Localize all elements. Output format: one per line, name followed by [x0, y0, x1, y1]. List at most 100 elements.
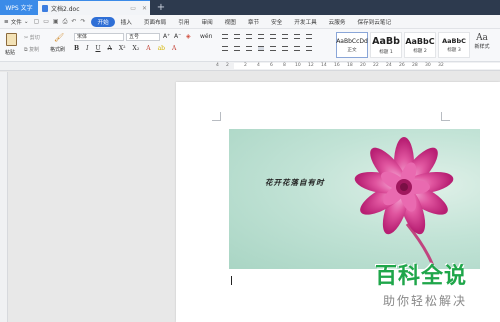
- clear-format-icon[interactable]: ◈: [186, 33, 191, 40]
- distribute-icon[interactable]: [270, 46, 276, 51]
- strikethrough-button[interactable]: A: [108, 45, 112, 52]
- style-heading-3[interactable]: AaBbC 标题 3: [438, 32, 470, 58]
- new-style-label: 新样式: [474, 44, 490, 50]
- cut-button[interactable]: ✂ 剪切: [24, 34, 40, 41]
- shading-icon[interactable]: [294, 46, 300, 51]
- paste-button-label[interactable]: 粘贴: [5, 49, 15, 56]
- menu-tab-cloud[interactable]: 云服务: [323, 17, 352, 27]
- border-icon[interactable]: [306, 46, 312, 51]
- paragraph-align-row: [222, 46, 312, 51]
- undo-icon[interactable]: ↶: [71, 18, 76, 26]
- print-icon[interactable]: ⎙: [63, 18, 68, 26]
- ruler-number: 8: [283, 63, 286, 68]
- file-menu-label: 文件: [10, 19, 22, 26]
- align-center-icon[interactable]: [234, 46, 240, 51]
- ruler-number: 14: [321, 63, 327, 68]
- menu-tab-view[interactable]: 视图: [219, 17, 242, 27]
- line-spacing-icon[interactable]: [282, 46, 288, 51]
- style-heading-1[interactable]: AaBb 标题 1: [370, 32, 402, 58]
- menu-tab-sections[interactable]: 章节: [242, 17, 265, 27]
- bullet-list-icon[interactable]: [222, 34, 228, 39]
- ruler-number: 18: [347, 63, 353, 68]
- menu-tab-home[interactable]: 开始: [91, 16, 115, 27]
- pinyin-guide-icon[interactable]: wén: [200, 33, 212, 40]
- tab-pin-icon[interactable]: ▭: [130, 5, 136, 12]
- margin-corner-mark: [441, 112, 450, 121]
- style-normal[interactable]: AaBbCcDd 正文: [336, 32, 368, 58]
- ruler-number: 12: [308, 63, 314, 68]
- inserted-flower-image[interactable]: 花开花落自有时: [229, 129, 480, 269]
- chevron-down-icon: ⌄: [23, 18, 29, 25]
- grow-font-icon[interactable]: A⁺: [163, 33, 170, 40]
- ruler-number: 30: [425, 63, 431, 68]
- table-icon[interactable]: [306, 34, 312, 39]
- title-bar: WPS 文字 文档2.doc ▭ ✕ +: [0, 0, 500, 15]
- vertical-ruler[interactable]: [0, 72, 8, 322]
- char-border-icon[interactable]: A: [172, 45, 176, 52]
- style-heading-1-label: 标题 1: [379, 49, 393, 55]
- sort-icon[interactable]: [282, 34, 288, 39]
- increase-indent-icon[interactable]: [258, 34, 264, 39]
- style-normal-sample: AaBbCcDd: [336, 37, 368, 45]
- ruler-number: 16: [334, 63, 340, 68]
- decrease-indent-icon[interactable]: [246, 34, 252, 39]
- ruler-text-area: [234, 63, 500, 69]
- chinese-layout-icon[interactable]: [270, 34, 276, 39]
- app-tab[interactable]: WPS 文字: [0, 0, 38, 15]
- menu-tab-security[interactable]: 安全: [265, 17, 288, 27]
- justify-icon[interactable]: [258, 46, 264, 51]
- font-size-select[interactable]: 五号: [126, 33, 160, 41]
- underline-button[interactable]: U: [95, 45, 100, 52]
- format-painter-button[interactable]: 格式刷: [50, 46, 65, 53]
- new-tab-button[interactable]: +: [154, 0, 168, 15]
- font-name-select[interactable]: 宋体: [74, 33, 124, 41]
- margin-corner-mark: [212, 112, 221, 121]
- document-tab[interactable]: 文档2.doc ▭ ✕: [38, 0, 150, 15]
- show-marks-icon[interactable]: [294, 34, 300, 39]
- image-caption: 花开花落自有时: [265, 178, 325, 187]
- numbered-list-icon[interactable]: [234, 34, 240, 39]
- quick-access-toolbar: ▢ ▭ ▣ ⎙ ↶ ↷: [34, 18, 86, 26]
- format-painter-label: 格式刷: [50, 47, 66, 53]
- subscript-button[interactable]: X₂: [133, 45, 140, 52]
- italic-button[interactable]: I: [86, 45, 88, 52]
- menu-tab-page-layout[interactable]: 页面布局: [138, 17, 172, 27]
- menu-tab-save-to-cloud-notes[interactable]: 保存到云笔记: [351, 17, 397, 27]
- open-folder-icon[interactable]: ▭: [43, 18, 49, 26]
- plus-icon: +: [156, 2, 166, 13]
- watermark-title: 百科全说: [375, 264, 468, 289]
- style-heading-2-label: 标题 2: [413, 48, 427, 54]
- menu-tab-developer[interactable]: 开发工具: [288, 17, 322, 27]
- font-color-icon[interactable]: A: [146, 45, 150, 52]
- watermark-subtitle: 助你轻松解决: [383, 294, 468, 308]
- paste-icon[interactable]: [6, 33, 17, 46]
- format-painter-icon[interactable]: 🖌: [54, 33, 64, 42]
- new-style-button[interactable]: Aa 新样式: [470, 33, 494, 50]
- shrink-font-icon[interactable]: A⁻: [174, 33, 181, 40]
- menu-tab-references[interactable]: 引用: [172, 17, 195, 27]
- style-heading-2-sample: AaBbC: [405, 36, 435, 46]
- highlight-icon[interactable]: ab: [158, 45, 165, 52]
- ruler-number: 24: [386, 63, 392, 68]
- document-tab-label: 文档2.doc: [51, 5, 80, 13]
- font-name-value: 宋体: [77, 34, 88, 40]
- redo-icon[interactable]: ↷: [80, 18, 85, 26]
- ruler-number: 2: [244, 63, 247, 68]
- superscript-button[interactable]: X²: [119, 45, 126, 52]
- text-cursor: [231, 276, 232, 285]
- copy-button[interactable]: ⧉ 复制: [24, 46, 39, 53]
- align-right-icon[interactable]: [246, 46, 252, 51]
- style-heading-2[interactable]: AaBbC 标题 2: [404, 32, 436, 58]
- bold-button[interactable]: B: [74, 45, 79, 52]
- copy-label: 复制: [29, 47, 40, 53]
- file-menu[interactable]: ≡ 文件 ⌄: [0, 18, 34, 26]
- horizontal-ruler[interactable]: 4 2 2 4 6 8 10 12 14 16 18 20 22 24 26 2…: [0, 62, 500, 71]
- ruler-number: 26: [399, 63, 405, 68]
- align-left-icon[interactable]: [222, 46, 228, 51]
- paragraph-list-row: [222, 34, 312, 39]
- menu-tab-insert[interactable]: 插入: [115, 17, 138, 27]
- menu-tab-review[interactable]: 审阅: [195, 17, 218, 27]
- tab-close-icon[interactable]: ✕: [142, 5, 147, 12]
- new-file-icon[interactable]: ▢: [34, 18, 40, 26]
- save-icon[interactable]: ▣: [53, 18, 59, 26]
